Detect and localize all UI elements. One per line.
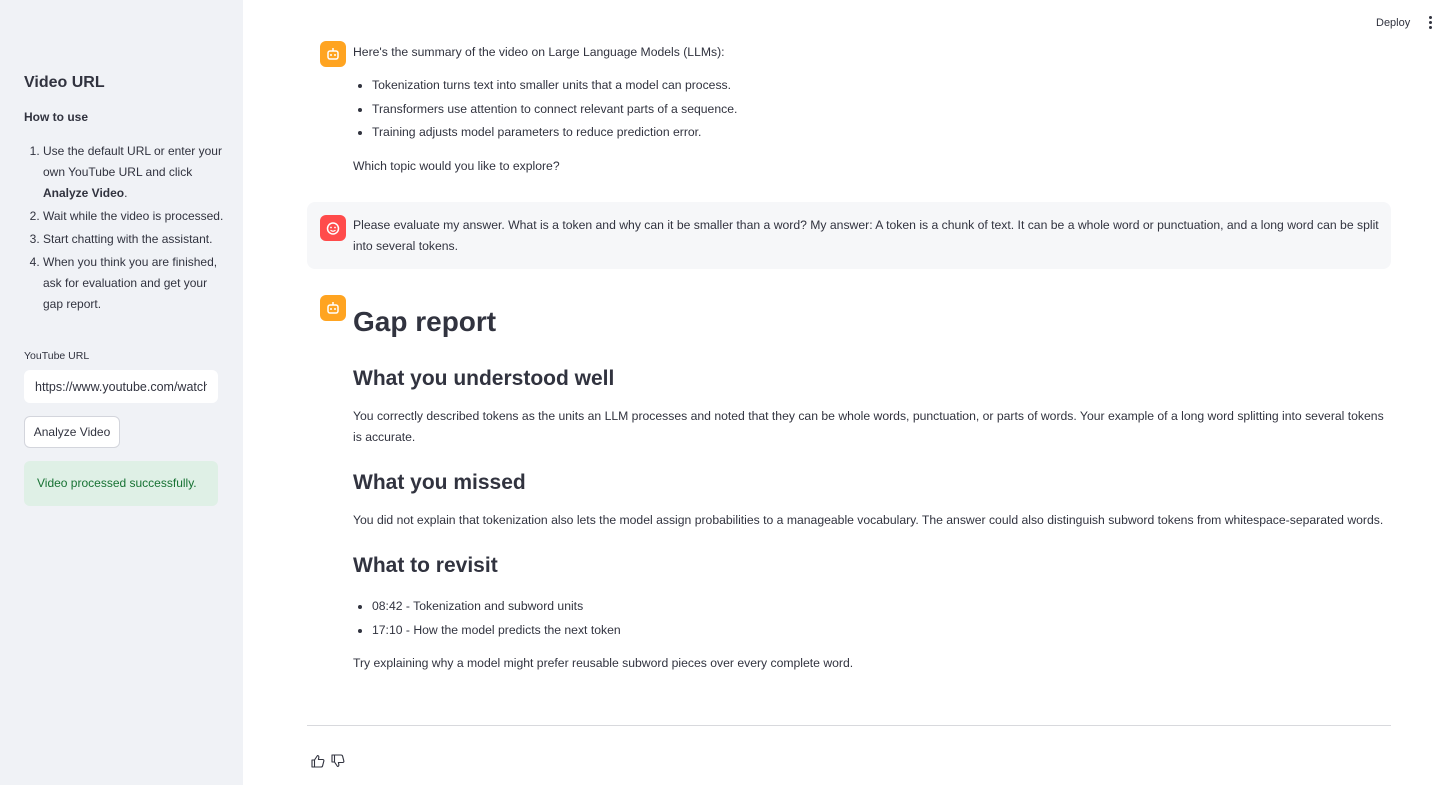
success-alert: Video processed successfully. xyxy=(24,461,218,506)
summary-list: Tokenization turns text into smaller uni… xyxy=(353,74,737,145)
step-text: . xyxy=(124,186,128,200)
robot-face-icon xyxy=(320,41,346,67)
list-item: Tokenization turns text into smaller uni… xyxy=(372,74,737,98)
revisit-heading: What to revisit xyxy=(353,554,498,577)
list-item: 17:10 - How the model predicts the next … xyxy=(372,619,621,643)
missed-text: You did not explain that tokenization al… xyxy=(353,513,1384,527)
closing-text: Try explaining why a model might prefer … xyxy=(353,656,854,670)
youtube-url-input[interactable] xyxy=(24,370,218,403)
youtube-url-label: YouTube URL xyxy=(24,350,90,362)
deploy-button[interactable]: Deploy xyxy=(1376,17,1410,29)
list-item: Transformers use attention to connect re… xyxy=(372,98,737,122)
list-item: Training adjusts model parameters to red… xyxy=(372,121,737,145)
thumbs-up-icon[interactable] xyxy=(310,753,326,769)
step-item: Wait while the video is processed. xyxy=(43,206,224,227)
revisit-list: 08:42 - Tokenization and subword units 1… xyxy=(353,595,621,642)
step-item: Use the default URL or enter your own Yo… xyxy=(43,141,224,204)
list-item: 08:42 - Tokenization and subword units xyxy=(372,595,621,619)
step-item: When you think you are finished, ask for… xyxy=(43,252,224,315)
user-message-text: Please evaluate my answer. What is a tok… xyxy=(353,218,1379,253)
step-item: Start chatting with the assistant. xyxy=(43,229,224,250)
kebab-menu-icon[interactable] xyxy=(1423,14,1437,34)
thumbs-down-icon[interactable] xyxy=(330,753,346,769)
how-to-use-steps: Use the default URL or enter your own Yo… xyxy=(24,141,224,317)
missed-heading: What you missed xyxy=(353,471,526,494)
divider xyxy=(307,725,1391,726)
sidebar: Video URL How to use Use the default URL… xyxy=(0,0,243,785)
robot-face-icon xyxy=(320,295,346,321)
summary-question: Which topic would you like to explore? xyxy=(353,159,560,173)
understood-text: You correctly described tokens as the un… xyxy=(353,409,1384,444)
sidebar-title: Video URL xyxy=(24,74,105,91)
step-text: Use the default URL or enter your own Yo… xyxy=(43,144,222,179)
smiley-face-icon xyxy=(320,215,346,241)
analyze-video-button[interactable]: Analyze Video xyxy=(24,416,120,448)
summary-intro: Here's the summary of the video on Large… xyxy=(353,45,725,59)
gap-report-title: Gap report xyxy=(353,306,497,337)
understood-heading: What you understood well xyxy=(353,367,615,390)
how-to-use-heading: How to use xyxy=(24,110,89,124)
step-emphasis: Analyze Video xyxy=(43,186,125,200)
